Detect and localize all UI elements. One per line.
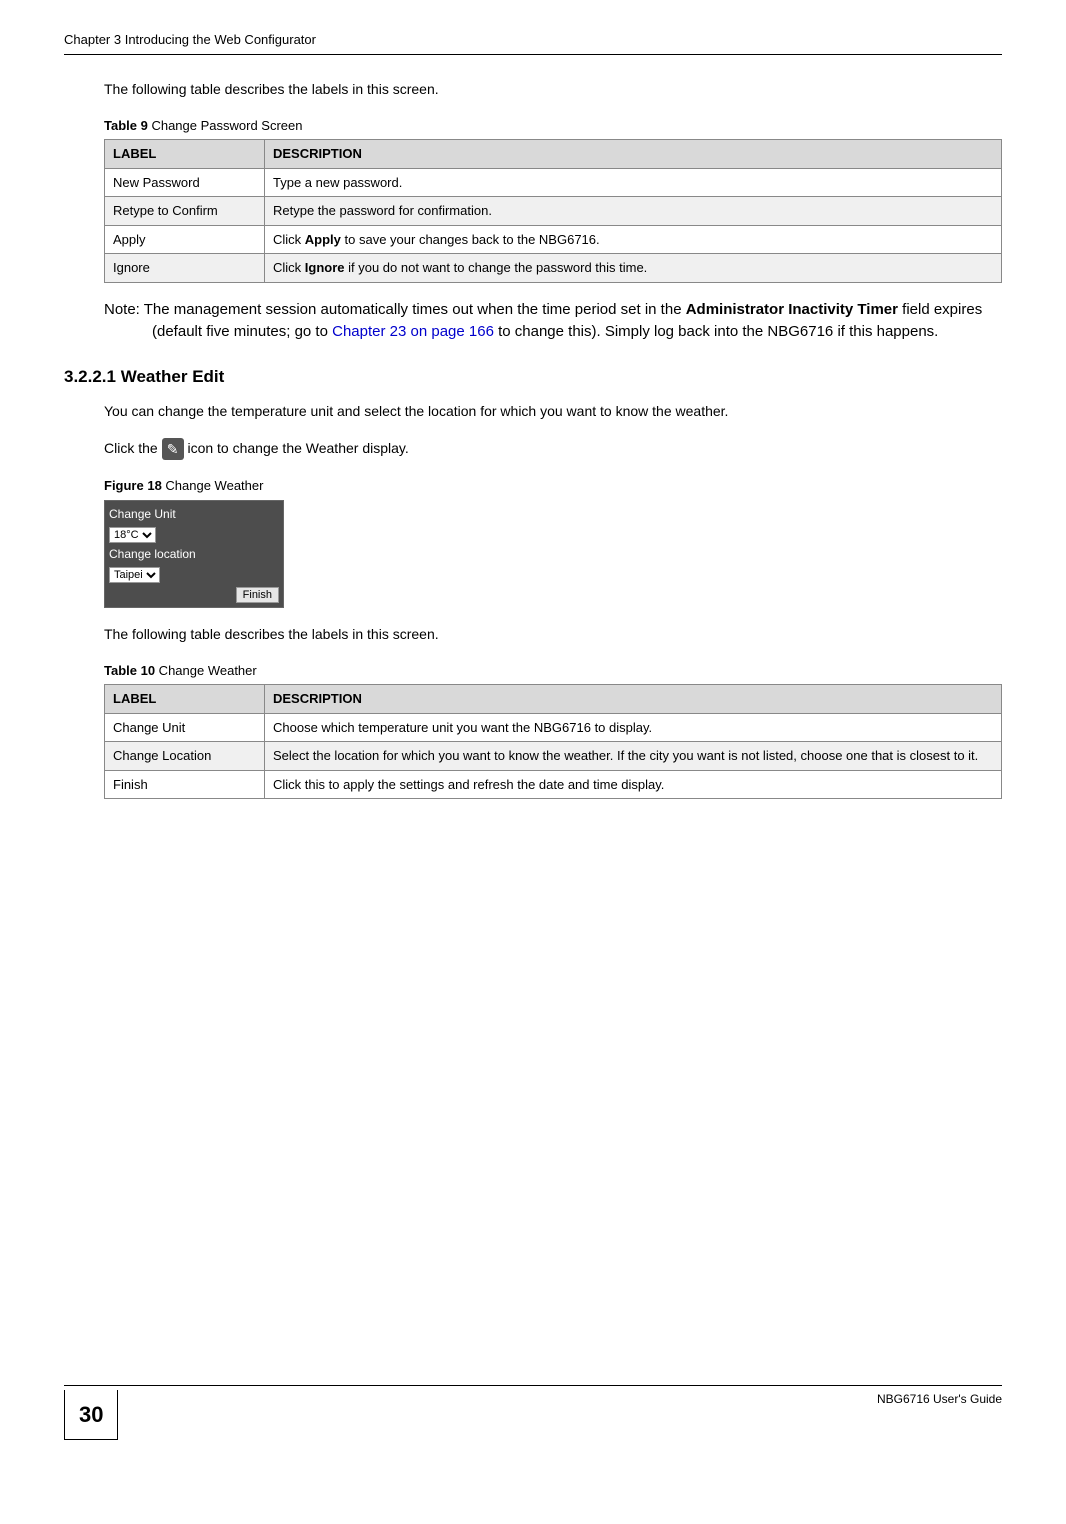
figure18-title: Change Weather	[162, 478, 264, 493]
table-row: Finish Click this to apply the settings …	[105, 770, 1002, 799]
note-xref: Chapter 23 on page 166	[332, 323, 494, 340]
figure18-number: Figure 18	[104, 478, 162, 493]
table-cell-desc: Click Apply to save your changes back to…	[265, 225, 1002, 254]
table-cell-desc: Type a new password.	[265, 168, 1002, 197]
table10-title: Change Weather	[155, 663, 257, 678]
table-cell-desc: Choose which temperature unit you want t…	[265, 713, 1002, 742]
table-cell-label: Change Location	[105, 742, 265, 771]
running-header: Chapter 3 Introducing the Web Configurat…	[64, 30, 1002, 55]
table9-caption: Table 9 Change Password Screen	[104, 116, 1002, 136]
note-block: Note: The management session automatical…	[104, 299, 1002, 344]
table-cell-label: Ignore	[105, 254, 265, 283]
table-row: New Password Type a new password.	[105, 168, 1002, 197]
note-text: to change this). Simply log back into th…	[494, 323, 938, 340]
table9-head-label: LABEL	[105, 140, 265, 169]
table-cell-label: Apply	[105, 225, 265, 254]
page-number: 30	[64, 1390, 118, 1440]
table-row: Retype to Confirm Retype the password fo…	[105, 197, 1002, 226]
location-select[interactable]: Taipei	[109, 567, 160, 583]
table-cell-desc: Click this to apply the settings and ref…	[265, 770, 1002, 799]
page-footer: 30 NBG6716 User's Guide	[64, 1385, 1002, 1440]
table9-number: Table 9	[104, 118, 148, 133]
table-cell-desc: Select the location for which you want t…	[265, 742, 1002, 771]
para-click-icon: Click the ✎ icon to change the Weather d…	[104, 438, 1002, 460]
table-row: Change Unit Choose which temperature uni…	[105, 713, 1002, 742]
figure18-caption: Figure 18 Change Weather	[104, 476, 1002, 496]
table9-title: Change Password Screen	[148, 118, 303, 133]
table-row: Apply Click Apply to save your changes b…	[105, 225, 1002, 254]
note-text: The management session automatically tim…	[144, 301, 686, 318]
table-cell-label: Finish	[105, 770, 265, 799]
table-row: Change Location Select the location for …	[105, 742, 1002, 771]
table10-number: Table 10	[104, 663, 155, 678]
change-unit-label: Change Unit	[109, 505, 279, 523]
table-row: Ignore Click Ignore if you do not want t…	[105, 254, 1002, 283]
weather-edit-icon: ✎	[162, 438, 184, 460]
finish-button[interactable]: Finish	[236, 587, 279, 603]
table-cell-label: Change Unit	[105, 713, 265, 742]
table-cell-label: Retype to Confirm	[105, 197, 265, 226]
section-title: Weather Edit	[116, 367, 224, 386]
table10-head-label: LABEL	[105, 685, 265, 714]
section-heading: 3.2.2.1 Weather Edit	[64, 364, 1002, 390]
table-cell-desc: Retype the password for confirmation.	[265, 197, 1002, 226]
table9: LABEL DESCRIPTION New Password Type a ne…	[104, 139, 1002, 283]
unit-select[interactable]: 18°C	[109, 527, 156, 543]
change-location-label: Change location	[109, 545, 279, 563]
intro-text-1: The following table describes the labels…	[104, 79, 1002, 100]
table10-head-desc: DESCRIPTION	[265, 685, 1002, 714]
intro-text-2: The following table describes the labels…	[104, 624, 1002, 645]
table9-head-desc: DESCRIPTION	[265, 140, 1002, 169]
note-bold: Administrator Inactivity Timer	[686, 301, 898, 318]
guide-title: NBG6716 User's Guide	[877, 1390, 1002, 1408]
table10: LABEL DESCRIPTION Change Unit Choose whi…	[104, 684, 1002, 799]
table-cell-label: New Password	[105, 168, 265, 197]
weather-widget: Change Unit 18°C Change location Taipei …	[104, 500, 284, 608]
para-weather-intro: You can change the temperature unit and …	[104, 401, 1002, 422]
table10-caption: Table 10 Change Weather	[104, 661, 1002, 681]
note-lead: Note:	[104, 301, 144, 318]
section-number: 3.2.2.1	[64, 367, 116, 386]
table-cell-desc: Click Ignore if you do not want to chang…	[265, 254, 1002, 283]
